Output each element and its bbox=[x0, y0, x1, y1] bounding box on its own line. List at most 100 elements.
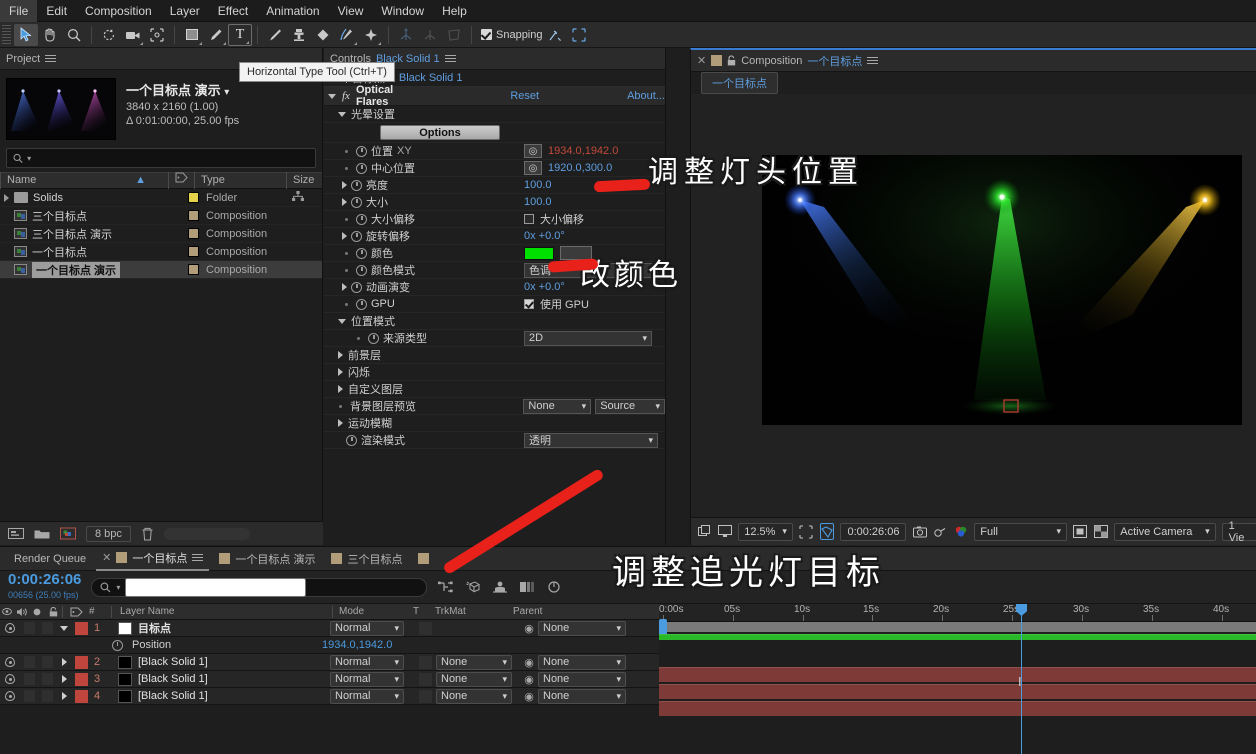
toolbar-grip[interactable] bbox=[2, 24, 11, 45]
snapping-options-icon[interactable] bbox=[543, 24, 567, 46]
effect-reset-link[interactable]: Reset bbox=[510, 90, 539, 102]
effect-header-optical-flares[interactable]: fx Optical Flares Reset About... bbox=[324, 84, 665, 108]
project-bpc-button[interactable]: 8 bpc bbox=[86, 525, 131, 542]
param-checkbox[interactable] bbox=[524, 299, 534, 309]
channel-rgb-icon[interactable] bbox=[954, 523, 969, 540]
layer-mode-dropdown[interactable]: Normal ▾ bbox=[330, 620, 404, 636]
layer-trkmat-dropdown[interactable]: None ▾ bbox=[436, 688, 512, 704]
source-type-dropdown[interactable]: 2D ▾ bbox=[524, 330, 652, 346]
timeline-layer-row[interactable]: 2 [Black Solid 1] Normal ▾ None ▾ ◉ None ▾ bbox=[0, 654, 659, 671]
label-color-swatch[interactable] bbox=[187, 192, 199, 203]
project-item-1[interactable]: Solids Folder bbox=[0, 189, 322, 207]
solo-toggle[interactable] bbox=[41, 656, 53, 668]
search-chevron-icon[interactable]: ▾ bbox=[27, 154, 31, 163]
tab-comp-three-targets[interactable]: 三个目标点 bbox=[325, 547, 408, 571]
timeline-layer-row[interactable]: 4 [Black Solid 1] Normal ▾ None ▾ ◉ None ▾ bbox=[0, 688, 659, 705]
project-tab[interactable]: Project bbox=[6, 48, 57, 70]
parent-pickwhip-icon[interactable]: ◉ bbox=[520, 690, 538, 703]
show-snapshot-icon[interactable] bbox=[933, 523, 948, 540]
project-col-label[interactable] bbox=[168, 172, 194, 189]
region-of-interest-icon[interactable] bbox=[799, 523, 814, 540]
project-item-2[interactable]: 三个目标点 Composition bbox=[0, 207, 322, 225]
breadcrumb[interactable]: 一个目标点 bbox=[701, 72, 778, 94]
layer-disclosure-icon[interactable] bbox=[61, 675, 67, 683]
flicker-disclosure-icon[interactable] bbox=[338, 368, 343, 376]
type-tool-icon[interactable]: T bbox=[228, 23, 252, 46]
folder-disclosure-icon[interactable] bbox=[4, 193, 9, 202]
timecode-display[interactable]: 0:00:26:06 bbox=[840, 522, 907, 541]
audio-toggle[interactable] bbox=[23, 690, 35, 702]
project-item-name[interactable]: 一个目标点 演示 bbox=[0, 261, 180, 278]
label-color-swatch[interactable] bbox=[187, 246, 199, 257]
camera-dropdown[interactable]: Active Camera ▾ bbox=[1114, 522, 1216, 541]
stopwatch-icon[interactable] bbox=[346, 434, 357, 446]
lock-icon[interactable] bbox=[727, 55, 736, 66]
rotation-tool-icon[interactable] bbox=[97, 24, 121, 46]
stopwatch-icon[interactable] bbox=[111, 639, 123, 651]
stopwatch-icon[interactable] bbox=[356, 298, 367, 310]
selection-tool-icon[interactable] bbox=[14, 23, 38, 46]
motion-blur-disclosure-icon[interactable] bbox=[338, 419, 343, 427]
resolution-dropdown[interactable]: Full ▾ bbox=[974, 522, 1068, 541]
layer-label-color[interactable] bbox=[74, 672, 88, 686]
snapping-toggle[interactable]: Snapping bbox=[481, 29, 543, 41]
interpret-footage-icon[interactable] bbox=[8, 527, 24, 540]
project-item-name[interactable]: 三个目标点 bbox=[0, 208, 180, 224]
param-value[interactable]: 0x +0.0° bbox=[524, 281, 565, 293]
menu-item-animation[interactable]: Animation bbox=[257, 0, 328, 22]
solo-toggle[interactable] bbox=[41, 673, 53, 685]
visibility-toggle-icon[interactable] bbox=[5, 623, 15, 633]
enable-frame-blending-icon[interactable] bbox=[518, 579, 535, 596]
project-search-box[interactable]: ▾ bbox=[6, 148, 316, 168]
color-swatch[interactable] bbox=[524, 246, 554, 260]
stopwatch-icon[interactable] bbox=[356, 213, 367, 225]
layer-name[interactable]: [Black Solid 1] bbox=[138, 656, 208, 668]
always-preview-icon[interactable] bbox=[697, 523, 712, 540]
enable-motion-blur-icon[interactable] bbox=[545, 579, 562, 596]
position-picker-button[interactable]: ◎ bbox=[524, 161, 542, 175]
puppet-pin-tool-icon[interactable] bbox=[359, 24, 383, 46]
layer-mode-dropdown[interactable]: Normal ▾ bbox=[330, 688, 404, 704]
parent-pickwhip-icon[interactable]: ◉ bbox=[520, 656, 538, 669]
main-viewer-icon[interactable] bbox=[717, 523, 733, 540]
menu-item-help[interactable]: Help bbox=[433, 0, 476, 22]
audio-toggle[interactable] bbox=[23, 656, 35, 668]
position-picker-button[interactable]: ◎ bbox=[524, 144, 542, 158]
composition-mini-flowchart-icon[interactable] bbox=[437, 579, 454, 596]
views-dropdown[interactable]: 1 Vie bbox=[1221, 520, 1256, 544]
project-col-size[interactable]: Size bbox=[286, 172, 322, 189]
menu-item-edit[interactable]: Edit bbox=[37, 0, 76, 22]
stopwatch-icon[interactable] bbox=[356, 145, 367, 157]
project-item-5[interactable]: 一个目标点 演示 Composition bbox=[0, 261, 322, 279]
snapping-checkbox[interactable] bbox=[481, 29, 492, 40]
brush-tool-icon[interactable] bbox=[263, 24, 287, 46]
menu-item-effect[interactable]: Effect bbox=[209, 0, 257, 22]
axis-local-icon[interactable] bbox=[394, 24, 418, 46]
custom-layer-disclosure-icon[interactable] bbox=[338, 385, 343, 393]
project-item-name[interactable]: 三个目标点 演示 bbox=[0, 226, 180, 242]
timeline-track-row[interactable] bbox=[659, 666, 1256, 683]
snapshot-icon[interactable] bbox=[912, 523, 927, 540]
anchor-point-tool-icon[interactable] bbox=[145, 24, 169, 46]
layer-parent-dropdown[interactable]: None ▾ bbox=[538, 671, 626, 687]
effect-disclosure-icon[interactable] bbox=[328, 93, 336, 99]
timeline-ruler[interactable]: 0:00s 05s 10s 15s 20s 25s 30s 35s 40s bbox=[659, 604, 1256, 622]
param-value[interactable]: 100.0 bbox=[524, 179, 552, 191]
draft-3d-icon[interactable] bbox=[464, 579, 481, 596]
layer-name[interactable]: [Black Solid 1] bbox=[138, 673, 208, 685]
effect-group-flicker[interactable]: 闪烁 bbox=[324, 364, 665, 381]
stopwatch-icon[interactable] bbox=[351, 281, 362, 293]
layer-parent-dropdown[interactable]: None ▾ bbox=[538, 620, 626, 636]
project-item-4[interactable]: 一个目标点 Composition bbox=[0, 243, 322, 261]
effect-about-link[interactable]: About... bbox=[627, 90, 665, 102]
tab-comp-extra[interactable] bbox=[412, 547, 435, 571]
zoom-level-dropdown[interactable]: 12.5% ▾ bbox=[738, 522, 793, 541]
audio-toggle[interactable] bbox=[23, 622, 35, 634]
layer-parent-dropdown[interactable]: None ▾ bbox=[538, 688, 626, 704]
delete-icon[interactable] bbox=[141, 527, 154, 541]
menu-item-view[interactable]: View bbox=[329, 0, 373, 22]
tab-comp-one-target-demo[interactable]: 一个目标点 演示 bbox=[213, 547, 321, 571]
effect-group-motion-blur[interactable]: 运动模糊 bbox=[324, 415, 665, 432]
clone-stamp-tool-icon[interactable] bbox=[287, 24, 311, 46]
preserve-transparency-toggle[interactable] bbox=[418, 672, 432, 686]
